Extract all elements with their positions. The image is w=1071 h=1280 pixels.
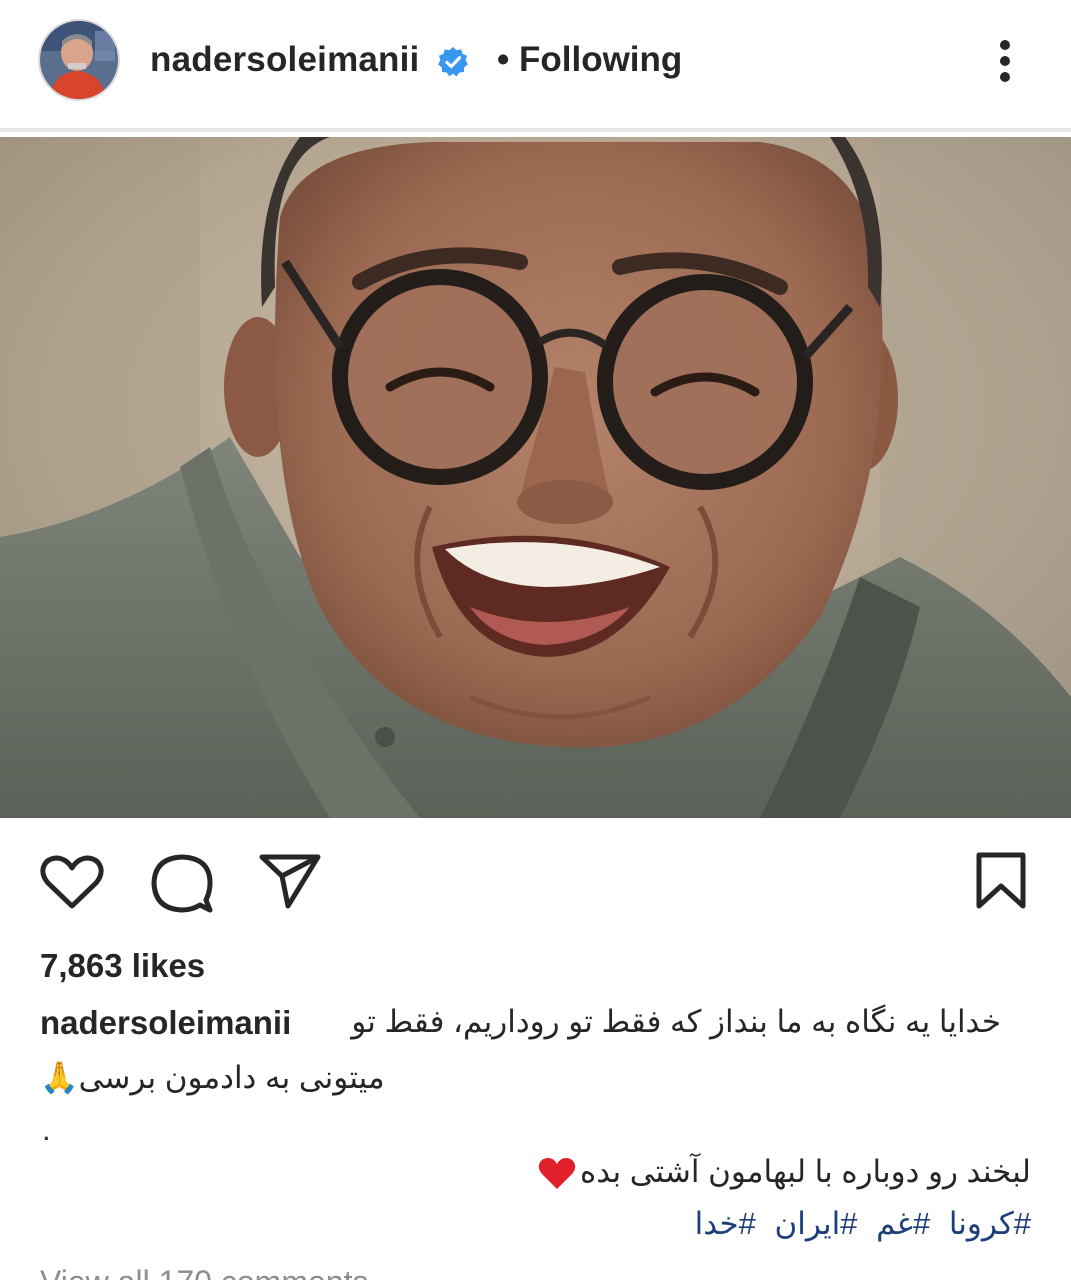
heart-outline-icon [40, 855, 104, 909]
avatar-image [40, 21, 118, 99]
portrait-illustration [0, 137, 1071, 818]
view-comments-link[interactable]: View all 170 comments [40, 1262, 368, 1280]
bookmark-outline-icon [976, 852, 1026, 909]
paper-plane-icon [259, 854, 321, 909]
save-button[interactable] [975, 852, 1027, 910]
more-vertical-icon[interactable] [990, 38, 1020, 84]
caption-dot: . [42, 1112, 51, 1147]
share-button[interactable] [258, 852, 322, 910]
post-photo[interactable] [0, 137, 1071, 818]
comment-bubble-icon [151, 854, 213, 913]
avatar[interactable] [38, 19, 120, 101]
separator-dot: • [497, 40, 510, 79]
caption-text: لبخند رو دوباره با لبهامون آشتی بده [579, 1154, 1031, 1189]
caption-line: میتونی به دادمون برسی🙏 [40, 1060, 385, 1095]
hashtag-list: #کرونا #غم #ایران #خدا [685, 1204, 1031, 1244]
red-heart-icon [538, 1157, 576, 1189]
verified-badge-icon [438, 47, 468, 77]
hashtag-link[interactable]: #کرونا [949, 1206, 1031, 1241]
post-header: nadersoleimanii • Following [0, 0, 1071, 132]
comment-button[interactable] [150, 852, 214, 914]
like-button[interactable] [40, 854, 104, 912]
caption-line: خدایا یه نگاه به ما بنداز که فقط تو رودا… [351, 1004, 1001, 1039]
following-button[interactable]: Following [519, 40, 682, 80]
caption-line: لبخند رو دوباره با لبهامون آشتی بده [538, 1152, 1031, 1192]
hashtag-link[interactable]: #ایران [775, 1206, 858, 1241]
likes-count[interactable]: 7,863 likes [40, 947, 205, 985]
hashtag-link[interactable]: #خدا [695, 1206, 756, 1241]
post-username[interactable]: nadersoleimanii [150, 40, 419, 80]
hashtag-link[interactable]: #غم [876, 1206, 930, 1241]
action-bar [0, 818, 1071, 938]
